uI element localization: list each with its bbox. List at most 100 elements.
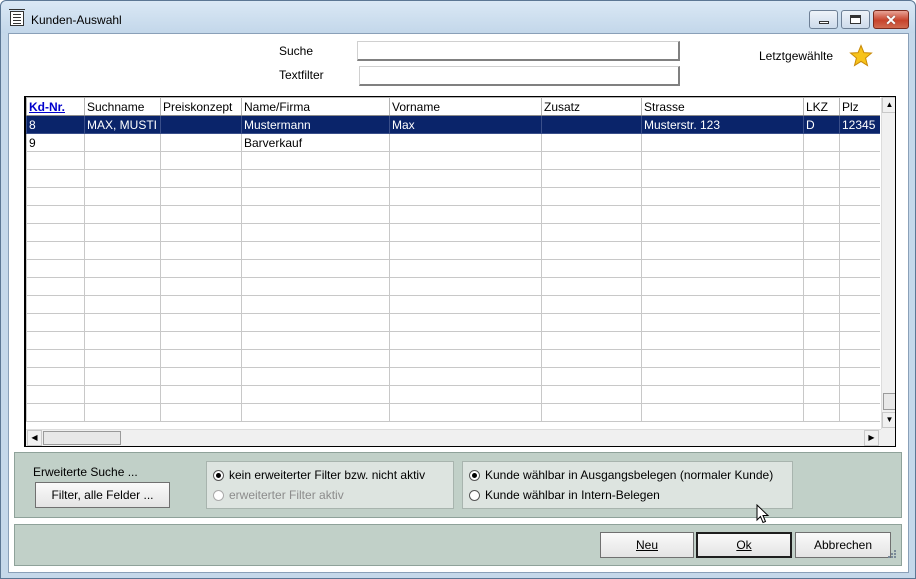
column-header-strasse[interactable]: Strasse [641,97,804,116]
table-cell: Musterstr. 123 [641,115,804,134]
filter-all-fields-button[interactable]: Filter, alle Felder ... [35,482,170,508]
vertical-scrollbar[interactable]: ▲ ▼ [881,97,895,429]
table-cell [26,187,85,206]
suche-input[interactable] [358,42,678,59]
ok-button[interactable]: Ok [696,532,792,558]
column-header-plz[interactable]: Plz [839,97,880,116]
table-cell [803,169,840,188]
client-area: Suche Textfilter Letztgewählte Kd-Nr. Su… [8,33,909,573]
scroll-down-button[interactable]: ▼ [882,412,895,428]
table-cell [541,403,642,422]
scroll-left-button[interactable]: ◀ [27,430,42,446]
table-row[interactable] [26,169,880,188]
scroll-right-button[interactable]: ▶ [864,430,879,446]
table-row[interactable] [26,385,880,404]
table-cell [803,205,840,224]
scroll-up-button[interactable]: ▲ [882,97,895,113]
table-cell [389,133,542,152]
table-cell [84,385,161,404]
table-row[interactable] [26,205,880,224]
table-cell [84,205,161,224]
table-cell [641,331,804,350]
vertical-scroll-thumb[interactable] [883,393,895,410]
table-cell [84,241,161,260]
table-cell [26,277,85,296]
table-cell [26,367,85,386]
table-cell [839,151,880,170]
table-row[interactable] [26,241,880,260]
table-row[interactable] [26,367,880,386]
table-cell [160,259,242,278]
resize-grip-icon[interactable] [885,549,897,561]
table-cell [389,241,542,260]
maximize-button[interactable] [841,10,870,29]
textfilter-field[interactable] [359,66,680,86]
table-row[interactable] [26,295,880,314]
title-bar[interactable]: Kunden-Auswahl ✕ [1,1,915,33]
table-row[interactable]: 9 Barverkauf [26,133,880,152]
table-cell [160,133,242,152]
table-row[interactable] [26,349,880,368]
table-cell [241,349,390,368]
table-cell [26,223,85,242]
customer-option-intern[interactable]: Kunde wählbar in Intern-Belegen [469,488,660,502]
customer-grid[interactable]: Kd-Nr. Suchname Preiskonzept Name/Firma … [24,96,896,447]
table-row[interactable] [26,277,880,296]
table-cell [26,169,85,188]
suche-label: Suche [279,44,314,58]
table-cell [389,331,542,350]
filter-option-inactive[interactable]: kein erweiterter Filter bzw. nicht aktiv [213,468,425,482]
table-cell [839,169,880,188]
table-cell [839,277,880,296]
table-cell [641,295,804,314]
column-header-kd-nr[interactable]: Kd-Nr. [26,97,85,116]
table-cell [839,259,880,278]
table-cell [641,205,804,224]
table-cell [839,187,880,206]
header-row: Kd-Nr. Suchname Preiskonzept Name/Firma … [26,97,880,116]
cancel-button[interactable]: Abbrechen [795,532,891,558]
star-icon[interactable] [849,44,873,68]
table-row[interactable] [26,313,880,332]
table-cell [803,349,840,368]
notepad-icon [9,9,25,26]
table-cell [541,349,642,368]
table-cell: 8 [26,115,85,134]
table-row[interactable] [26,223,880,242]
horizontal-scrollbar[interactable]: ◀ ▶ [26,429,881,446]
customer-option-ausgang[interactable]: Kunde wählbar in Ausgangsbelegen (normal… [469,468,773,482]
radio-checked-icon[interactable] [469,469,480,481]
table-cell [241,187,390,206]
column-header-preiskonzept[interactable]: Preiskonzept [160,97,242,116]
table-row[interactable] [26,187,880,206]
table-cell [241,205,390,224]
table-row[interactable] [26,151,880,170]
new-button[interactable]: Neu [600,532,694,558]
radio-checked-icon[interactable] [213,469,224,481]
minimize-button[interactable] [809,10,838,29]
table-cell [84,133,161,152]
column-header-suchname[interactable]: Suchname [84,97,161,116]
column-header-name-firma[interactable]: Name/Firma [241,97,390,116]
table-cell [84,151,161,170]
column-header-vorname[interactable]: Vorname [389,97,542,116]
table-cell [803,403,840,422]
radio-unchecked-icon[interactable] [469,489,480,501]
table-cell: 12345 [839,115,880,134]
table-cell [389,187,542,206]
ok-button-label: Ok [736,538,752,552]
table-cell [641,169,804,188]
textfilter-input[interactable] [360,67,678,84]
suche-field[interactable] [357,41,680,61]
table-cell [160,403,242,422]
horizontal-scroll-thumb[interactable] [43,431,121,445]
table-cell [84,187,161,206]
table-row[interactable] [26,259,880,278]
column-header-lkz[interactable]: LKZ [803,97,840,116]
table-row[interactable] [26,403,880,422]
table-row[interactable]: 8 MAX, MUSTI Mustermann Max Musterstr. 123 D 1… [26,115,880,134]
column-header-zusatz[interactable]: Zusatz [541,97,642,116]
table-row[interactable] [26,331,880,350]
close-button[interactable]: ✕ [873,10,909,29]
table-cell [160,241,242,260]
